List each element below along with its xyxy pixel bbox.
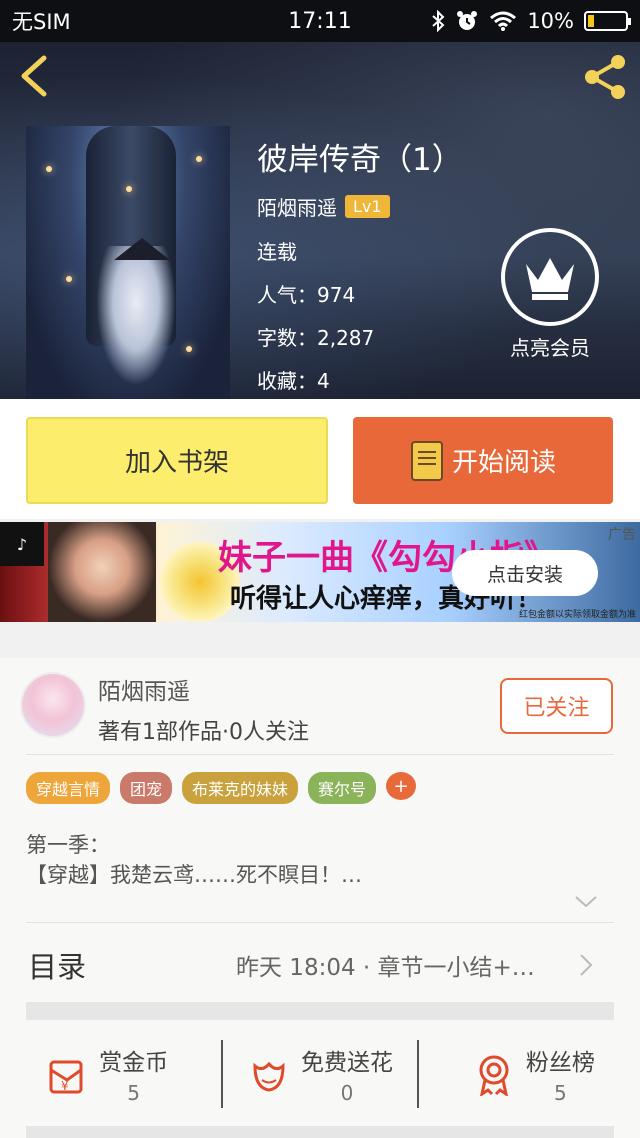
flower-icon: [253, 1061, 285, 1092]
fan-ranking-button[interactable]: 粉丝榜 5: [427, 1034, 640, 1114]
add-to-shelf-button[interactable]: 加入书架: [26, 417, 328, 504]
add-tag-button[interactable]: +: [386, 772, 417, 800]
medal-icon: [479, 1055, 509, 1096]
tag[interactable]: 布莱克的妹妹: [182, 772, 299, 804]
share-icon[interactable]: [580, 52, 630, 102]
toc-row[interactable]: 目录 昨天 18:04 · 章节一小结+…: [0, 928, 640, 1002]
status-icons: 10%: [431, 9, 631, 33]
section-separator: [26, 1126, 614, 1138]
ad-tag: 广告: [608, 527, 636, 543]
divider: [26, 754, 614, 755]
ad-image: [48, 522, 156, 622]
follow-button[interactable]: 已关注: [500, 678, 613, 734]
book-popularity: 人气：974: [257, 283, 356, 307]
stats-bar: ¥ 赏金币 5 免费送花 0 粉丝榜 5: [0, 1034, 640, 1114]
status-bar: 无SIM 17:11 10%: [0, 0, 640, 42]
tiktok-logo-icon: ♪: [0, 522, 44, 566]
book-title: 彼岸传奇（1）: [257, 142, 463, 178]
send-flower-button[interactable]: 免费送花 0: [213, 1034, 426, 1114]
carrier-label: 无SIM: [12, 10, 71, 34]
toc-latest-chapter: 昨天 18:04 · 章节一小结+…: [236, 955, 535, 981]
book-cover: [26, 126, 230, 399]
book-favorites: 收藏：4: [257, 369, 330, 393]
action-bar: 加入书架 开始阅读: [0, 399, 640, 519]
stat-value: 0: [340, 1081, 354, 1105]
wifi-icon: [490, 11, 517, 31]
alarm-icon: [457, 11, 478, 30]
toc-label: 目录: [28, 950, 87, 984]
book-description[interactable]: 第一季： 【穿越】我楚云鸢……死不瞑目！…: [26, 830, 362, 890]
book-word-count: 字数：2,287: [257, 326, 375, 350]
crown-icon: [501, 228, 599, 326]
author-card: 陌烟雨遥 著有1部作品·0人关注 已关注 穿越言情 团宠 布莱克的妹妹 赛尔号 …: [0, 658, 640, 1138]
book-header: 彼岸传奇（1） 陌烟雨遥 Lv1 连载 人气：974 字数：2,287 收藏：4…: [0, 42, 640, 399]
description-line: 第一季：: [26, 833, 110, 857]
start-reading-label: 开始阅读: [451, 448, 556, 478]
stat-label: 粉丝榜: [525, 1050, 595, 1076]
tag[interactable]: 赛尔号: [308, 772, 377, 804]
book-icon: [410, 440, 443, 481]
chevron-down-icon[interactable]: [574, 894, 598, 910]
author-stats: 著有1部作品·0人关注: [98, 720, 309, 745]
avatar[interactable]: [20, 672, 86, 738]
start-reading-button[interactable]: 开始阅读: [353, 417, 613, 504]
vip-label: 点亮会员: [510, 336, 590, 360]
back-icon[interactable]: [14, 54, 54, 98]
tag[interactable]: 团宠: [120, 772, 173, 804]
book-author[interactable]: 陌烟雨遥: [257, 192, 337, 221]
description-line: 【穿越】我楚云鸢……死不瞑目！…: [26, 863, 362, 887]
stat-value: 5: [127, 1081, 141, 1105]
red-envelope-icon: ¥: [49, 1060, 83, 1094]
author-name[interactable]: 陌烟雨遥: [98, 672, 190, 706]
stat-label: 免费送花: [300, 1050, 393, 1076]
level-badge: Lv1: [345, 195, 390, 218]
ad-install-button[interactable]: 点击安装: [452, 550, 598, 596]
book-status: 连载: [257, 240, 297, 264]
tag[interactable]: 穿越言情: [26, 772, 111, 804]
battery-percent: 10%: [527, 9, 574, 33]
divider: [221, 1040, 223, 1108]
ad-disclaimer: 红包金额以实际领取金额为准: [518, 610, 636, 620]
ad-banner[interactable]: ♪ 妹子一曲《勾勾小指》 听得让人心痒痒，真好听！ 点击安装 广告 红包金额以实…: [0, 522, 640, 622]
reward-coins-button[interactable]: ¥ 赏金币 5: [0, 1034, 213, 1114]
divider: [26, 922, 614, 923]
bluetooth-icon: [432, 10, 445, 32]
svg-text:¥: ¥: [61, 1079, 69, 1093]
divider: [417, 1040, 419, 1108]
vip-button[interactable]: 点亮会员: [500, 228, 600, 361]
section-separator: [26, 1002, 614, 1020]
stat-label: 赏金币: [99, 1050, 169, 1076]
battery-icon: [584, 11, 631, 31]
chevron-right-icon: [580, 954, 593, 976]
book-author-row: 陌烟雨遥 Lv1: [257, 192, 390, 221]
stat-value: 5: [553, 1081, 567, 1105]
tag-list: 穿越言情 团宠 布莱克的妹妹 赛尔号 +: [26, 772, 417, 804]
